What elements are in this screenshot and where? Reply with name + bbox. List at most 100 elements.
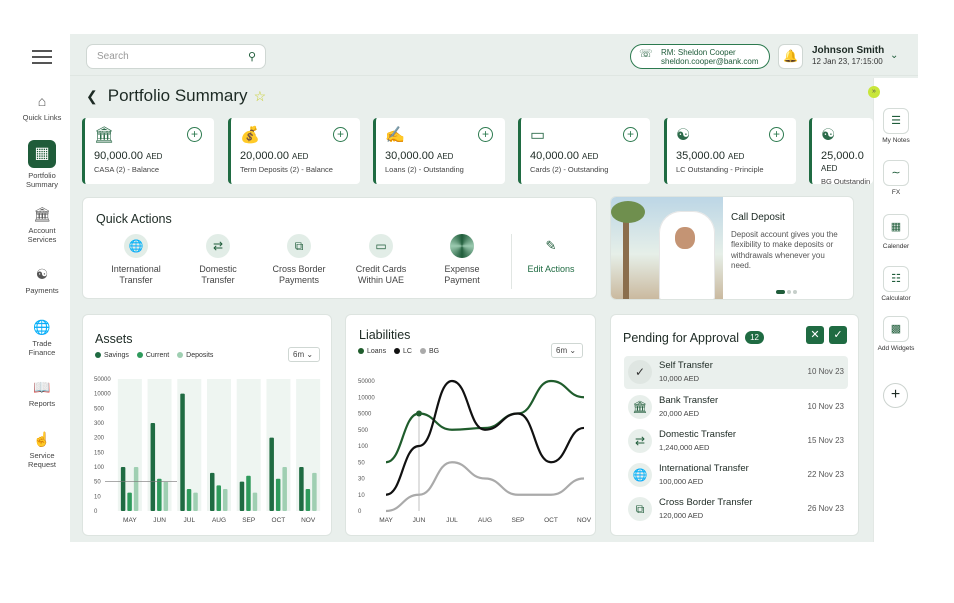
- nav-item-2[interactable]: 🏛 Account Services: [20, 205, 64, 244]
- back-arrow-icon[interactable]: ❮: [86, 88, 98, 104]
- quick-action-4[interactable]: Expense Payment: [422, 234, 502, 286]
- pending-title: Pending for Approval 12: [623, 331, 764, 345]
- add-icon[interactable]: +: [333, 127, 348, 142]
- quick-action-0[interactable]: 🌐 International Transfer: [96, 234, 176, 286]
- quick-action-line1: Cross Border: [272, 264, 326, 274]
- pending-row[interactable]: ⇄ Domestic Transfer 1,240,000 AED 15 Nov…: [624, 425, 848, 458]
- add-icon[interactable]: +: [623, 127, 638, 142]
- y-tick-label: 10: [358, 493, 365, 499]
- x-tick-label: JUN: [413, 517, 426, 524]
- search-icon[interactable]: ⚲: [248, 50, 256, 63]
- home-icon: ⌂: [37, 93, 47, 109]
- relationship-manager-badge[interactable]: ☏ RM: Sheldon Cooper sheldon.cooper@bank…: [630, 44, 770, 69]
- card-currency: AED: [821, 164, 838, 173]
- page-title: ❮ Portfolio Summary ☆: [86, 86, 266, 106]
- quick-action-line1: Domestic: [199, 264, 237, 274]
- carousel-dots[interactable]: [776, 281, 799, 299]
- widget-2[interactable]: ▦ Calender: [876, 214, 916, 251]
- card-currency: AED: [582, 152, 599, 161]
- approve-all-button[interactable]: ✓: [829, 326, 847, 344]
- pending-row[interactable]: 🏛 Bank Transfer 20,000 AED 10 Nov 23: [624, 391, 848, 424]
- quick-action-2[interactable]: ⧉ Cross Border Payments: [259, 234, 339, 286]
- notification-bell-icon[interactable]: 🔔: [778, 44, 803, 69]
- nav-item-4[interactable]: 🌐 Trade Finance: [20, 318, 64, 357]
- search-input[interactable]: Search ⚲: [86, 44, 266, 69]
- user-profile[interactable]: Johnson Smith 12 Jan 23, 17:15:00: [812, 45, 884, 67]
- pending-row[interactable]: 🌐 International Transfer 100,000 AED 22 …: [624, 459, 848, 492]
- card-amount: 20,000.00: [240, 150, 289, 162]
- globe-icon: 🌐: [124, 234, 148, 258]
- reject-all-button[interactable]: ✕: [806, 326, 824, 344]
- summary-card[interactable]: ✍ + 30,000.00 AED Loans (2) - Outstandin…: [373, 118, 505, 184]
- bar-current: [216, 485, 221, 511]
- add-widget-button[interactable]: +: [883, 383, 908, 408]
- summary-card[interactable]: 🏛 + 90,000.00 AED CASA (2) - Balance: [82, 118, 214, 184]
- summary-card[interactable]: ☯ 25,000.0 AED BG Outstandin: [809, 118, 873, 184]
- card-label: BG Outstandin: [821, 177, 871, 184]
- calculator-icon: ☷: [883, 266, 909, 292]
- x-tick-label: OCT: [544, 517, 558, 524]
- user-datetime: 12 Jan 23, 17:15:00: [812, 57, 883, 66]
- hamburger-menu-icon[interactable]: [32, 50, 52, 64]
- widget-1[interactable]: ∼ FX: [876, 160, 916, 197]
- card-amount: 40,000.00: [530, 150, 579, 162]
- collapse-toggle-icon[interactable]: »: [868, 86, 880, 98]
- expense-icon: [450, 234, 474, 258]
- widget-4[interactable]: ▩ Add Widgets: [876, 316, 916, 353]
- summary-card[interactable]: 💰 + 20,000.00 AED Term Deposits (2) - Ba…: [228, 118, 360, 184]
- search-placeholder: Search: [97, 51, 129, 62]
- nav-item-label: Service Request: [28, 451, 56, 469]
- quick-action-3[interactable]: ▭ Credit Cards Within UAE: [341, 234, 421, 286]
- bar-deposits: [223, 489, 228, 511]
- y-tick-label: 50: [358, 460, 365, 466]
- y-tick-label: 50: [94, 480, 101, 486]
- pending-row[interactable]: ⧉ Cross Border Transfer 120,000 AED 26 N…: [624, 493, 848, 526]
- x-tick-label: JUN: [153, 517, 166, 524]
- x-tick-label: JUL: [184, 517, 196, 524]
- nav-item-1[interactable]: ▦ Portfolio Summary: [20, 140, 64, 189]
- widget-3[interactable]: ☷ Calculator: [876, 266, 916, 303]
- liabilities-chart: 500001000050005001005030100MAY JUN JUL AUG S…: [358, 379, 592, 524]
- summary-card[interactable]: ▭ + 40,000.00 AED Cards (2) - Outstandin…: [518, 118, 650, 184]
- hand-coin-icon: ☯: [35, 266, 49, 282]
- nav-item-label: Quick Links: [22, 113, 62, 122]
- edit-actions-button[interactable]: ✎ Edit Actions: [511, 234, 591, 275]
- bar-savings: [269, 437, 274, 511]
- pending-count-badge: 12: [745, 331, 764, 344]
- nav-item-3[interactable]: ☯ Payments: [20, 265, 64, 295]
- assets-panel: Assets Savings Current Deposits 6m ⌄ 500…: [82, 314, 332, 536]
- globe-icon: 🌐: [33, 319, 51, 335]
- nav-item-label: Reports: [28, 399, 56, 408]
- chevron-down-icon[interactable]: ⌄: [890, 50, 898, 61]
- pending-name: Bank Transfer: [659, 395, 719, 406]
- nav-item-6[interactable]: ☝ Service Request: [20, 430, 64, 469]
- x-tick-label: OCT: [272, 517, 286, 524]
- quick-action-1[interactable]: ⇄ Domestic Transfer: [178, 234, 258, 286]
- add-icon[interactable]: +: [478, 127, 493, 142]
- y-tick-label: 300: [94, 421, 105, 427]
- summary-card[interactable]: ☯ + 35,000.00 AED LC Outstanding - Princ…: [664, 118, 796, 184]
- bar-savings: [150, 423, 156, 511]
- y-tick-label: 150: [94, 450, 105, 456]
- pending-row[interactable]: ✓ Self Transfer 10,000 AED 10 Nov 23: [624, 356, 848, 389]
- bank-transfer-icon: ⇄: [206, 234, 230, 258]
- add-icon[interactable]: +: [769, 127, 784, 142]
- widget-sidebar: [873, 78, 918, 542]
- nav-item-label: Trade Finance: [28, 339, 56, 357]
- favorite-star-icon[interactable]: ☆: [254, 88, 267, 104]
- nav-item-0[interactable]: ⌂ Quick Links: [20, 92, 64, 122]
- widget-0[interactable]: ☰ My Notes: [876, 108, 916, 145]
- pending-name: Self Transfer: [659, 360, 713, 371]
- pending-date: 15 Nov 23: [807, 436, 844, 445]
- line-loans: [385, 379, 585, 464]
- liabilities-panel: Liabilities Loans LC BG 6m ⌄ 50000 10000 5…: [345, 314, 596, 536]
- bar-current: [305, 489, 311, 511]
- pending-date: 10 Nov 23: [807, 402, 844, 411]
- nav-item-5[interactable]: 📖 Reports: [20, 378, 64, 408]
- quick-action-line2: Transfer: [201, 275, 235, 285]
- promo-banner[interactable]: Call Deposit Deposit account gives you t…: [610, 196, 854, 300]
- rm-email: sheldon.cooper@bank.com: [661, 57, 759, 66]
- bar-savings: [180, 393, 185, 511]
- add-icon[interactable]: +: [187, 127, 202, 142]
- pending-date: 22 Nov 23: [807, 470, 844, 479]
